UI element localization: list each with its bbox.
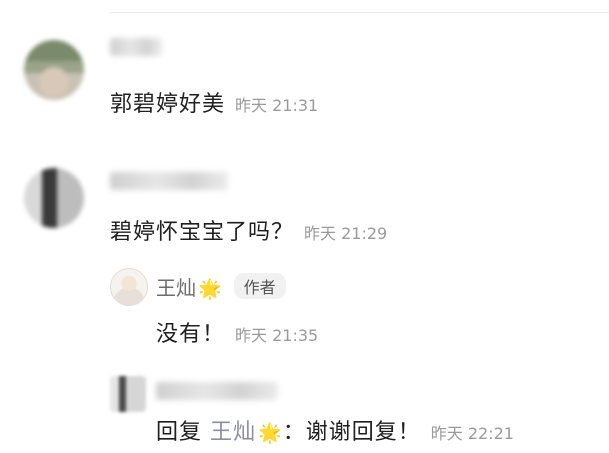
comment-text: 郭碧婷好美 昨天 21:31 <box>110 92 319 117</box>
username-blurred[interactable] <box>110 38 162 56</box>
reply-comment-text: 回复 王灿 🌟：谢谢回复！ 昨天 22:21 <box>156 420 514 445</box>
username-blurred[interactable] <box>110 172 228 190</box>
avatar[interactable] <box>24 168 84 228</box>
avatar[interactable] <box>110 376 146 412</box>
reply-prefix: 回复 <box>156 420 203 445</box>
avatar[interactable] <box>24 40 84 100</box>
comment-time: 昨天 22:21 <box>430 424 514 443</box>
reply-to-name[interactable]: 王灿 <box>210 420 256 445</box>
author-avatar[interactable] <box>110 268 148 306</box>
reply-time: 昨天 21:35 <box>235 326 319 345</box>
reply-text: 没有！ 昨天 21:35 <box>156 322 319 347</box>
reply-colon: ： <box>282 420 306 445</box>
username-blurred[interactable] <box>156 382 278 400</box>
comment-time: 昨天 21:29 <box>304 224 388 243</box>
author-name-row: 王灿 🌟 作者 <box>156 272 286 301</box>
author-name[interactable]: 王灿 <box>156 276 196 300</box>
comment-time: 昨天 21:31 <box>235 96 319 115</box>
divider <box>110 12 609 13</box>
star-icon: 🌟 <box>258 422 283 444</box>
star-icon: 🌟 <box>198 278 222 300</box>
comment-text: 碧婷怀宝宝了吗？ 昨天 21:29 <box>110 220 388 245</box>
author-badge: 作者 <box>233 273 286 299</box>
